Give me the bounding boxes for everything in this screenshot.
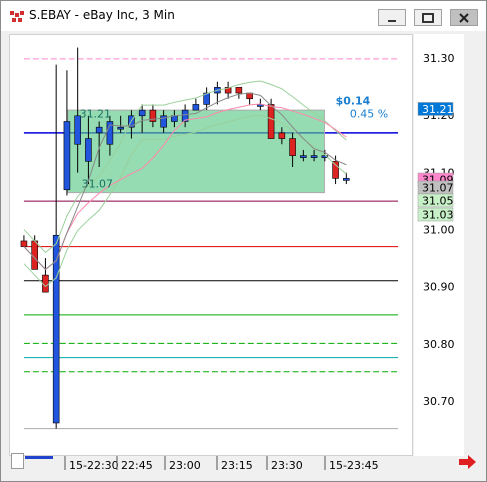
time-tick-label: 23:15 <box>221 459 253 472</box>
box-low-label: 31.07 <box>82 177 113 190</box>
scroll-position-bar <box>25 456 53 459</box>
time-tick-label: 15-22:30 <box>69 459 119 472</box>
price-tick-label: 30.90 <box>423 281 455 294</box>
change-percent-label: 0.45 % <box>350 108 388 121</box>
title-bar[interactable]: S.EBAY - eBay Inc, 3 Min <box>1 1 486 31</box>
price-tag-label: 31.07 <box>422 182 454 195</box>
time-axis[interactable]: 15-22:30 22:45 23:00 23:15 23:30 15-23:45 <box>9 456 413 474</box>
price-axis[interactable]: 31.3031.2031.1031.0030.9030.8030.7031.21… <box>414 34 464 456</box>
time-tick-label: 23:30 <box>271 459 303 472</box>
candle <box>85 138 92 162</box>
price-tick-label: 30.80 <box>423 338 455 351</box>
candle <box>52 234 60 424</box>
candle <box>20 240 28 247</box>
minimize-button[interactable] <box>378 9 406 26</box>
time-tick-label: 22:45 <box>121 459 153 472</box>
candle <box>63 121 71 191</box>
close-button[interactable] <box>450 9 478 26</box>
price-tick-label: 31.00 <box>423 224 455 237</box>
scroll-right-arrow-icon[interactable] <box>459 455 477 469</box>
time-tick-label: 23:00 <box>169 459 201 472</box>
scroll-handle-icon[interactable] <box>11 453 25 471</box>
time-tick-label: 15-23:45 <box>329 459 379 472</box>
candle <box>332 161 339 179</box>
candle <box>289 138 296 156</box>
candle <box>117 126 124 130</box>
box-high-label: 31.21 <box>80 108 111 121</box>
candle <box>300 155 307 158</box>
candle <box>192 104 200 111</box>
candle <box>95 126 103 134</box>
price-tick-label: 31.30 <box>423 52 455 65</box>
candle <box>138 109 146 117</box>
candle <box>310 155 318 158</box>
restore-button[interactable] <box>414 9 442 26</box>
close-icon <box>459 12 469 23</box>
window-title: S.EBAY - eBay Inc, 3 Min <box>29 8 175 22</box>
price-chart[interactable]: $0.140.45 % 31.21 31.07 <box>9 34 413 456</box>
candle <box>343 178 350 181</box>
price-tag-label: 31.03 <box>422 209 454 222</box>
candle <box>267 104 275 139</box>
change-label: $0.14 <box>336 95 371 108</box>
candle <box>235 87 243 94</box>
app-icon <box>10 11 24 22</box>
minimize-icon <box>388 19 396 22</box>
price-tick-label: 30.70 <box>423 395 455 408</box>
restore-icon <box>422 12 434 23</box>
candle <box>278 132 286 139</box>
price-tag-label: 31.21 <box>422 103 454 116</box>
price-tag-label: 31.05 <box>422 195 454 208</box>
chart-window: S.EBAY - eBay Inc, 3 Min $0.14 0.45 % 31.2… <box>0 0 487 482</box>
